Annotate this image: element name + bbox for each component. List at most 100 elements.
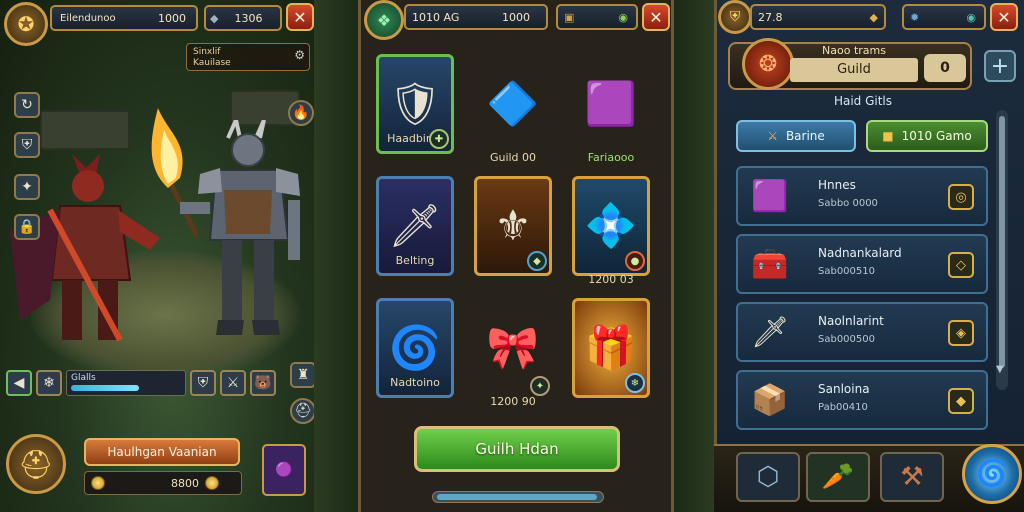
item-label: Guild 00 [489,151,537,164]
coin-icon [205,476,219,490]
purple-blade-icon: 🗡 [388,201,442,250]
scroll-thumb[interactable] [437,494,597,500]
ice-skill-icon[interactable]: ❄ [36,370,62,396]
shield-skill-icon[interactable]: ⛨ [190,370,216,396]
sword-tab-icon: ⚔ [767,129,778,143]
teal-token-icon: ◉ [966,10,976,24]
scroll-down-icon[interactable]: ▼ [996,364,1004,375]
cube-nav-icon[interactable]: ⬡ [736,452,800,502]
inventory-slot[interactable]: 🟪 Fariaooo [566,50,656,165]
inventory-close-button[interactable]: ✕ [642,3,670,31]
plus-icon: + [990,53,1010,79]
action-icon[interactable]: ◎ [948,184,974,210]
ice-dagger-icon: 🗡 [750,314,790,350]
coin-icon [91,476,105,490]
tab-barine[interactable]: ⚔ Barine [736,120,856,152]
quest-text: Kauilase [193,58,231,68]
guild-list-item[interactable]: 🗡 Naolnlarint Sab000500 ◈ [736,302,988,362]
carrot-nav-icon[interactable]: 🥕 [806,452,870,502]
spiral-orb-icon: 🌀 [388,323,442,372]
inventory-slot[interactable]: 🛡 Haadbirse ✚ [370,50,460,164]
rune-badge-icon: ✦ [530,376,550,396]
crystal-icon[interactable]: ✦ [14,174,40,200]
vertical-scrollbar[interactable] [996,110,1008,390]
xp-bar: Glalls [66,370,186,396]
guild-emblem[interactable]: ❂ [742,38,794,90]
inventory-slot[interactable]: 🎀 ✦ 1200 90 [468,294,558,408]
item-label: Nadtoino [390,376,440,389]
hero-name-button[interactable]: Haulhgan Vaanian [84,438,240,466]
knight-hero[interactable] [180,120,310,360]
portal-button[interactable]: 🌀 [962,444,1022,504]
helmet-portrait-icon: ⛑ [18,447,54,481]
guild-list-item[interactable]: 📦 Sanloina Pab00410 ◆ [736,370,988,430]
tab-label: 1010 Gamo [901,129,972,143]
gem-badge-icon: ◆ [527,251,547,271]
settings-icon[interactable]: ⚙ [294,49,305,61]
scroll-thumb[interactable] [999,116,1005,368]
close-button[interactable]: ✕ [286,3,314,31]
fire-skill-icon[interactable]: 🔥 [288,100,314,126]
player-name: Eilendunoo [60,12,116,24]
back-arrow-icon[interactable]: ◀ [6,370,32,396]
inventory-slot[interactable]: 🌀 Nadtoino [370,294,460,408]
gold-amount: 8800 [171,476,199,490]
shield-icon[interactable]: ⛨ [14,132,40,158]
action-icon[interactable]: ◈ [948,320,974,346]
row-name: Naolnlarint [818,314,884,328]
snowflake-badge-icon: ❄ [625,373,645,393]
quest-tracker[interactable]: Sinxlif Kauilase ⚙ [186,43,310,71]
guild-title: Naoo trams [822,44,886,57]
star-badge-icon: ✚ [429,129,449,149]
emerald-icon: ❖ [376,10,392,30]
inventory-slot[interactable]: 💠 ● 1200 03 [566,172,656,286]
crafting-nav-icon[interactable]: ⚒ [880,452,944,502]
row-subtext: Sabbo 0000 [818,198,878,209]
hero-portrait[interactable]: ⛑ [6,434,66,494]
guild-list-item[interactable]: 🧰 Nadnankalard Sab000510 ◇ [736,234,988,294]
guild-currency: 27.8 [758,10,783,24]
dragon-emblem-icon: ❂ [758,51,778,77]
bear-skill-icon[interactable]: 🐻 [250,370,276,396]
player-info-bar: Eilendunoo 1000 [50,5,198,31]
gold-cube-icon: ◆ [869,10,878,24]
compass-token-icon: ✹ [910,10,920,24]
inventory-slot[interactable]: ⚜ ◆ [468,172,558,286]
skill-bar: ◀ ❄ Glalls ⛨ ⚔ 🐻 [6,367,276,399]
armor-skill-icon[interactable]: ⚔ [220,370,246,396]
potion-item-icon[interactable]: 🟣 [262,444,306,496]
helmet-icon[interactable]: ⛑ [290,398,314,424]
game-scene-panel: ✪ Eilendunoo 1000 ◆ 1306 ✕ Sinxlif Kauil… [0,0,314,512]
horizontal-scrollbar[interactable] [432,491,604,503]
guild-name-field[interactable]: Guild [790,58,918,82]
player-avatar[interactable]: ✪ [4,2,48,46]
inventory-slot[interactable]: 🗡 Belting [370,172,460,286]
guild-currency-bar: 27.8 ◆ [750,4,886,30]
add-guild-button[interactable]: + [984,50,1016,82]
quest-title: Sinxlif [193,47,221,57]
guild-list-item[interactable]: 🟪 Hnnes Sabbo 0000 ◎ [736,166,988,226]
row-subtext: Sab000500 [818,334,875,345]
lock-icon[interactable]: 🔒 [14,214,40,240]
ruin-wall [40,110,130,150]
gem-amount: 1306 [234,11,263,25]
guild-button[interactable]: Guilh Hdan [414,426,620,472]
guild-member-count: 0 [924,54,966,82]
shield-currency-icon: ⛨ [729,9,741,25]
action-icon[interactable]: ◆ [948,388,974,414]
refresh-icon[interactable]: ↻ [14,92,40,118]
tab-gamo[interactable]: ■ 1010 Gamo [866,120,988,152]
item-label: Belting [395,254,435,267]
inventory-resource-bar: 1010 AG 1000 [404,4,548,30]
resource-b: 1000 [502,10,530,24]
row-subtext: Sab000510 [818,266,875,277]
gift-bow-icon: 🎀 [486,323,540,372]
inventory-slot[interactable]: 🔷 Guild 00 [468,50,558,165]
chest-icon: ▣ [564,10,575,24]
guild-token-bar: ✹ ◉ [902,4,986,30]
chess-icon[interactable]: ♜ [290,362,314,388]
inventory-slot[interactable]: 🎁 ❄ [566,294,656,408]
action-icon[interactable]: ◇ [948,252,974,278]
purple-cube-icon: 🟪 [584,79,638,128]
guild-close-button[interactable]: ✕ [990,3,1018,31]
